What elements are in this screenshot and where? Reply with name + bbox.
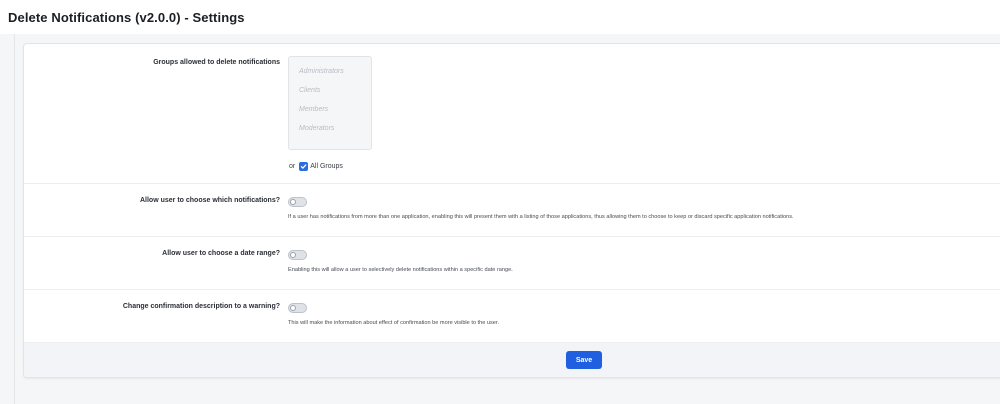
checkmark-icon xyxy=(301,164,307,169)
setting-row-choose-notifications: Allow user to choose which notifications… xyxy=(24,184,1000,237)
toggle-knob xyxy=(290,252,296,258)
form-footer: Save xyxy=(24,343,1000,377)
groups-multiselect[interactable]: Administrators Clients Members Moderator… xyxy=(288,56,372,150)
setting-row-warning: Change confirmation description to a war… xyxy=(24,290,1000,343)
warning-description: This will make the information about eff… xyxy=(288,320,500,326)
choose-notifications-toggle[interactable] xyxy=(288,197,307,207)
groups-label: Groups allowed to delete notifications xyxy=(153,59,280,66)
all-groups-control: or All Groups xyxy=(289,162,343,171)
date-range-label: Allow user to choose a date range? xyxy=(162,250,280,257)
date-range-description: Enabling this will allow a user to selec… xyxy=(288,267,513,273)
group-option-administrators[interactable]: Administrators xyxy=(299,68,344,75)
group-option-clients[interactable]: Clients xyxy=(299,87,320,94)
toggle-knob xyxy=(290,305,296,311)
page-title: Delete Notifications (v2.0.0) - Settings xyxy=(8,10,245,25)
setting-row-date-range: Allow user to choose a date range? Enabl… xyxy=(24,237,1000,290)
group-option-moderators[interactable]: Moderators xyxy=(299,125,334,132)
warning-label: Change confirmation description to a war… xyxy=(122,303,280,310)
all-groups-checkbox[interactable] xyxy=(299,162,309,171)
choose-notifications-label: Allow user to choose which notifications… xyxy=(139,197,280,204)
left-divider xyxy=(14,34,15,404)
save-button[interactable]: Save xyxy=(566,351,602,369)
warning-toggle[interactable] xyxy=(288,303,307,313)
settings-form: Groups allowed to delete notifications A… xyxy=(23,43,1000,378)
group-option-members[interactable]: Members xyxy=(299,106,328,113)
choose-notifications-description: If a user has notifications from more th… xyxy=(288,214,794,220)
all-groups-label[interactable]: All Groups xyxy=(310,163,343,170)
setting-row-groups: Groups allowed to delete notifications A… xyxy=(24,44,1000,184)
toggle-knob xyxy=(290,199,296,205)
or-text: or xyxy=(289,163,296,170)
page-header: Delete Notifications (v2.0.0) - Settings xyxy=(0,0,1000,34)
date-range-toggle[interactable] xyxy=(288,250,307,260)
